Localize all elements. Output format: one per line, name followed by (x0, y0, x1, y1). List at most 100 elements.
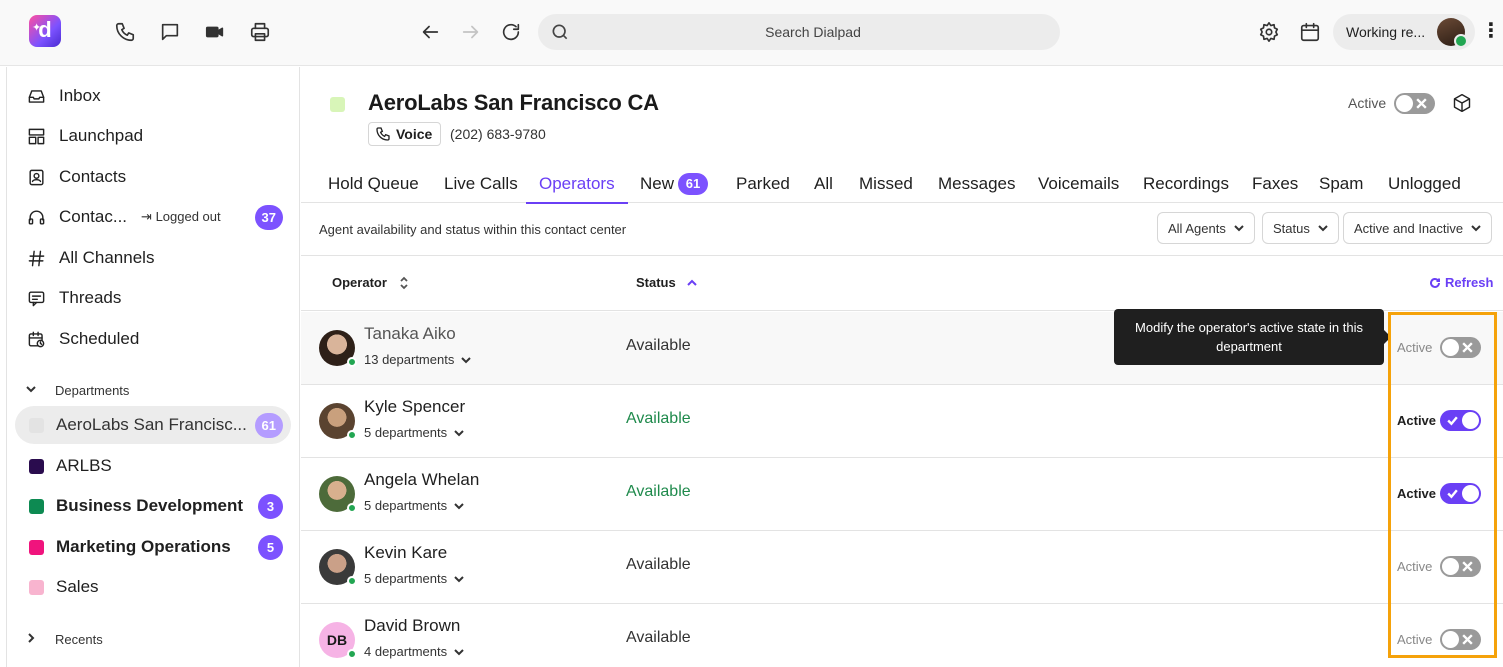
column-label: Operator (332, 275, 387, 290)
refresh-label: Refresh (1445, 275, 1494, 290)
filter-bar: Agent availability and status within thi… (301, 204, 1503, 256)
count-badge: 61 (254, 412, 283, 438)
operator-active-toggle[interactable] (1440, 483, 1481, 504)
toggle-switch[interactable] (1440, 629, 1481, 650)
user-status-pill[interactable]: Working re... (1333, 14, 1475, 50)
operator-status: Available (626, 556, 691, 573)
sidebar-item-label: ARLBS (56, 456, 112, 475)
operators-description: Agent availability and status within thi… (319, 222, 627, 237)
back-icon[interactable] (418, 20, 442, 44)
toggle-switch[interactable] (1440, 337, 1481, 358)
settings-icon[interactable] (1257, 20, 1281, 44)
departments-dropdown[interactable]: 5 departments (364, 498, 464, 513)
online-indicator (347, 649, 357, 659)
search-bar[interactable] (538, 14, 1060, 50)
sidebar-item-label: AeroLabs San Francisc... (56, 415, 247, 434)
toggle-switch[interactable] (1394, 93, 1435, 114)
tab-spam[interactable]: Spam (1319, 173, 1363, 195)
departments-dropdown[interactable]: 4 departments (364, 644, 464, 659)
toggle-knob (1442, 631, 1459, 648)
sidebar-item-threads[interactable]: Threads (15, 279, 291, 317)
phone-icon[interactable] (113, 20, 137, 44)
sidebar-dept-arlbs[interactable]: ARLBS (15, 447, 291, 485)
message-icon[interactable] (158, 20, 182, 44)
table-row: Kevin Kare 5 departments Available Activ… (301, 531, 1503, 604)
refresh-button[interactable]: Refresh (1429, 275, 1493, 290)
sidebar-item-contact-center[interactable]: Contac... ⇥ Logged out 37 (15, 198, 291, 236)
sidebar-dept-aerolabs[interactable]: AeroLabs San Francisc... 61 (15, 406, 291, 444)
sidebar-item-scheduled[interactable]: Scheduled (15, 320, 291, 358)
active-inactive-dropdown[interactable]: Active and Inactive (1343, 212, 1493, 244)
dialpad-logo[interactable]: ✦ d (29, 15, 61, 47)
chevron-down-icon (1234, 225, 1244, 232)
search-input[interactable] (578, 14, 1048, 50)
sidebar-item-label: Contac... (59, 207, 128, 226)
sidebar-item-label: Launchpad (59, 126, 144, 145)
tab-label: Live Calls (444, 174, 518, 193)
chevron-down-icon (454, 429, 464, 436)
tab-faxes[interactable]: Faxes (1252, 173, 1298, 195)
sidebar-item-all-channels[interactable]: All Channels (15, 239, 291, 277)
toggle-switch[interactable] (1440, 410, 1481, 431)
departments-count: 13 departments (364, 352, 455, 367)
tab-parked[interactable]: Parked (736, 173, 790, 195)
status-dropdown[interactable]: Status (1262, 212, 1339, 244)
printer-icon[interactable] (248, 20, 272, 44)
reload-icon[interactable] (499, 20, 523, 44)
tab-all[interactable]: All (814, 173, 833, 195)
sidebar-item-label: Threads (59, 288, 122, 307)
departments-dropdown[interactable]: 5 departments (364, 425, 464, 440)
cube-icon[interactable] (1452, 93, 1472, 113)
toggle-switch[interactable] (1440, 556, 1481, 577)
operator-active-toggle[interactable] (1440, 629, 1481, 650)
all-agents-dropdown[interactable]: All Agents (1157, 212, 1255, 244)
tab-messages[interactable]: Messages (938, 173, 1015, 195)
check-icon (1446, 487, 1459, 500)
sidebar-dept-business-development[interactable]: Business Development 3 (15, 487, 291, 525)
table-row: Kyle Spencer 5 departments Available Act… (301, 385, 1503, 458)
operator-name: David Brown (364, 616, 461, 635)
more-icon[interactable]: ⋮ (1481, 20, 1501, 44)
tab-missed[interactable]: Missed (859, 173, 913, 195)
sidebar-item-launchpad[interactable]: Launchpad (15, 117, 291, 155)
table-row: DB David Brown 4 departments Available A… (301, 604, 1503, 667)
tab-recordings[interactable]: Recordings (1143, 173, 1229, 195)
sidebar-item-label: Business Development (56, 496, 244, 515)
operator-column-header[interactable]: Operator (332, 275, 410, 290)
dept-color-swatch (29, 579, 44, 595)
table-header: Operator Status Refresh (301, 257, 1503, 311)
tab-voicemails[interactable]: Voicemails (1038, 173, 1119, 195)
sidebar-dept-marketing-operations[interactable]: Marketing Operations 5 (15, 528, 291, 566)
tab-label: Operators (539, 174, 615, 193)
departments-dropdown[interactable]: 5 departments (364, 571, 464, 586)
chevron-down-icon (1471, 225, 1481, 232)
toggle-knob (1462, 412, 1479, 429)
count-badge: 61 (678, 173, 709, 195)
operator-active-toggle[interactable] (1440, 410, 1481, 431)
online-indicator (347, 430, 357, 440)
departments-dropdown[interactable]: 13 departments (364, 352, 472, 367)
scheduled-icon (25, 330, 47, 349)
sidebar-item-inbox[interactable]: Inbox (15, 77, 291, 115)
operator-active-toggle[interactable] (1440, 337, 1481, 358)
tab-label: Unlogged (1388, 174, 1461, 193)
count-badge: 3 (258, 493, 283, 519)
status-column-header[interactable]: Status (636, 275, 697, 290)
tab-live-calls[interactable]: Live Calls (444, 173, 518, 195)
tab-label: Spam (1319, 174, 1364, 193)
recents-header[interactable]: Recents (25, 632, 103, 647)
avatar (319, 549, 357, 586)
sidebar-item-contacts[interactable]: Contacts (15, 158, 291, 196)
tab-new[interactable]: New 61 (640, 173, 709, 195)
calendar-icon[interactable] (1298, 20, 1322, 44)
video-icon[interactable] (203, 20, 227, 44)
tab-operators[interactable]: Operators (526, 173, 628, 204)
operator-active-toggle[interactable] (1440, 556, 1481, 577)
dept-active-toggle[interactable] (1394, 93, 1435, 114)
departments-header[interactable]: Departments (25, 383, 129, 398)
toggle-switch[interactable] (1440, 483, 1481, 504)
tab-unlogged[interactable]: Unlogged (1388, 173, 1461, 195)
tab-hold-queue[interactable]: Hold Queue (328, 173, 419, 195)
main-panel: AeroLabs San Francisco CA Voice (202) 68… (301, 67, 1503, 667)
sidebar-dept-sales[interactable]: Sales (15, 568, 291, 606)
